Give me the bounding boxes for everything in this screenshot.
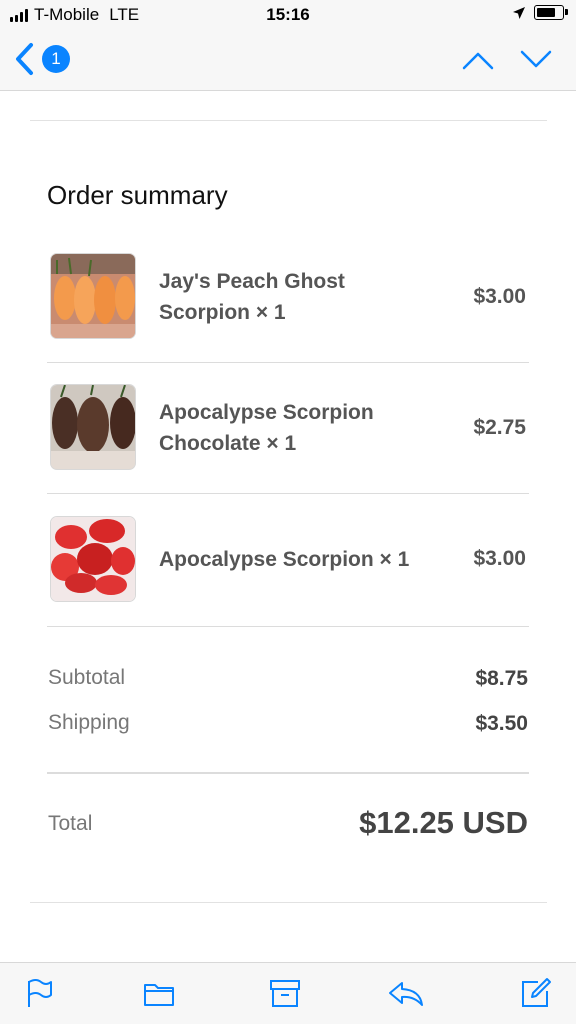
shipping-label: Shipping [48,711,130,734]
product-image [50,253,136,339]
total-value: $12.25 USD [359,805,528,840]
item-price: $3.00 [473,285,526,308]
flag-icon[interactable] [24,977,56,1009]
reply-icon[interactable] [388,977,424,1009]
shipping-value: $3.50 [475,712,528,735]
item-divider [47,626,529,627]
item-price: $2.75 [473,416,526,439]
battery-icon [534,5,568,20]
status-time: 15:16 [266,5,310,24]
compose-icon[interactable] [520,977,552,1009]
unread-count-badge: 1 [42,45,70,73]
status-right [512,5,568,20]
subtotal-value: $8.75 [475,667,528,690]
order-summary-title: Order summary [47,180,228,210]
back-button[interactable]: 1 [14,42,70,76]
total-label: Total [48,812,93,835]
product-image [50,384,136,470]
message-navigation [462,46,552,74]
location-icon [513,6,525,19]
status-bar: T-Mobile LTE 15:16 [0,0,576,32]
content-divider [30,902,547,903]
archive-icon[interactable] [269,977,301,1009]
nav-bar: 1 [0,32,576,91]
product-image [50,516,136,602]
bottom-toolbar [0,962,576,1024]
email-view: T-Mobile LTE 15:16 1 Order summary Jay's… [0,0,576,1024]
order-item: Apocalypse Scorpion × 1 $3.00 [47,494,529,625]
item-name: Jay's Peach Ghost Scorpion × 1 [159,270,345,324]
battery-level [537,8,555,17]
total-divider [47,772,529,774]
content-divider [30,120,547,121]
folder-icon[interactable] [143,977,175,1009]
order-item: Jay's Peach Ghost Scorpion × 1 $3.00 [47,232,529,363]
item-price: $3.00 [473,547,526,570]
order-item: Apocalypse Scorpion Chocolate × 1 $2.75 [47,363,529,494]
item-name: Apocalypse Scorpion × 1 [159,548,410,571]
chevron-down-icon[interactable] [520,46,552,74]
item-name: Apocalypse Scorpion Chocolate × 1 [159,401,374,455]
chevron-left-icon [16,43,33,75]
subtotal-label: Subtotal [48,666,126,689]
chevron-up-icon[interactable] [462,46,494,74]
